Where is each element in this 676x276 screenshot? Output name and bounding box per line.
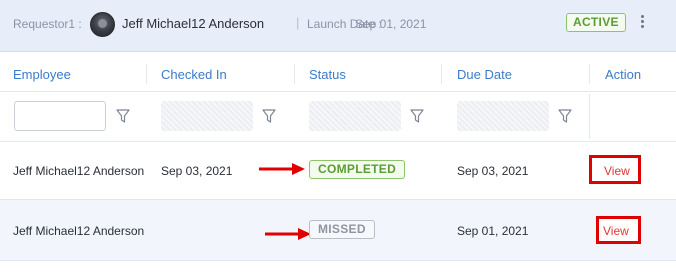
column-divider <box>589 94 590 139</box>
status-badge: ACTIVE <box>566 13 626 32</box>
requestor-label: Requestor1 : <box>13 17 82 31</box>
status-badge-missed: MISSED <box>309 220 375 239</box>
funnel-filter-icon[interactable] <box>262 108 276 124</box>
user-avatar <box>90 12 115 37</box>
due-date-cell: Sep 01, 2021 <box>457 224 529 238</box>
column-header-due-date[interactable]: Due Date <box>457 67 512 82</box>
requestor-header: Requestor1 : Jeff Michael12 Anderson | L… <box>0 0 676 52</box>
header-separator: | <box>296 15 300 30</box>
column-header-checked-in[interactable]: Checked In <box>161 67 227 82</box>
view-link[interactable]: View <box>603 224 629 238</box>
column-header-action: Action <box>605 67 642 82</box>
funnel-filter-icon[interactable] <box>558 108 572 124</box>
due-date-cell: Sep 03, 2021 <box>457 164 529 178</box>
employee-cell: Jeff Michael12 Anderson <box>13 224 145 238</box>
status-badge-completed: COMPLETED <box>309 160 406 179</box>
column-divider <box>441 64 442 84</box>
kebab-menu-icon[interactable] <box>637 14 647 32</box>
column-header-status[interactable]: Status <box>309 67 346 82</box>
view-link[interactable]: View <box>604 164 630 178</box>
red-arrow-annotation <box>259 163 305 175</box>
column-divider <box>294 64 295 84</box>
red-arrow-annotation <box>265 228 311 240</box>
status-filter-input <box>309 101 401 131</box>
due-date-filter-input <box>457 101 549 131</box>
requestor-name: Jeff Michael12 Anderson <box>122 16 265 31</box>
employee-cell: Jeff Michael12 Anderson <box>13 164 145 178</box>
column-divider <box>146 64 147 84</box>
row-divider <box>0 260 676 261</box>
filter-divider <box>0 141 676 142</box>
funnel-filter-icon[interactable] <box>410 108 424 124</box>
checked-in-cell: Sep 03, 2021 <box>161 164 233 178</box>
launch-date-value: Sep 01, 2021 <box>355 17 427 31</box>
employee-filter-input[interactable] <box>14 101 106 131</box>
column-divider <box>589 64 590 84</box>
column-header-employee[interactable]: Employee <box>13 67 71 82</box>
header-divider <box>0 91 676 92</box>
funnel-filter-icon[interactable] <box>116 108 130 124</box>
checked-in-filter-input <box>161 101 253 131</box>
